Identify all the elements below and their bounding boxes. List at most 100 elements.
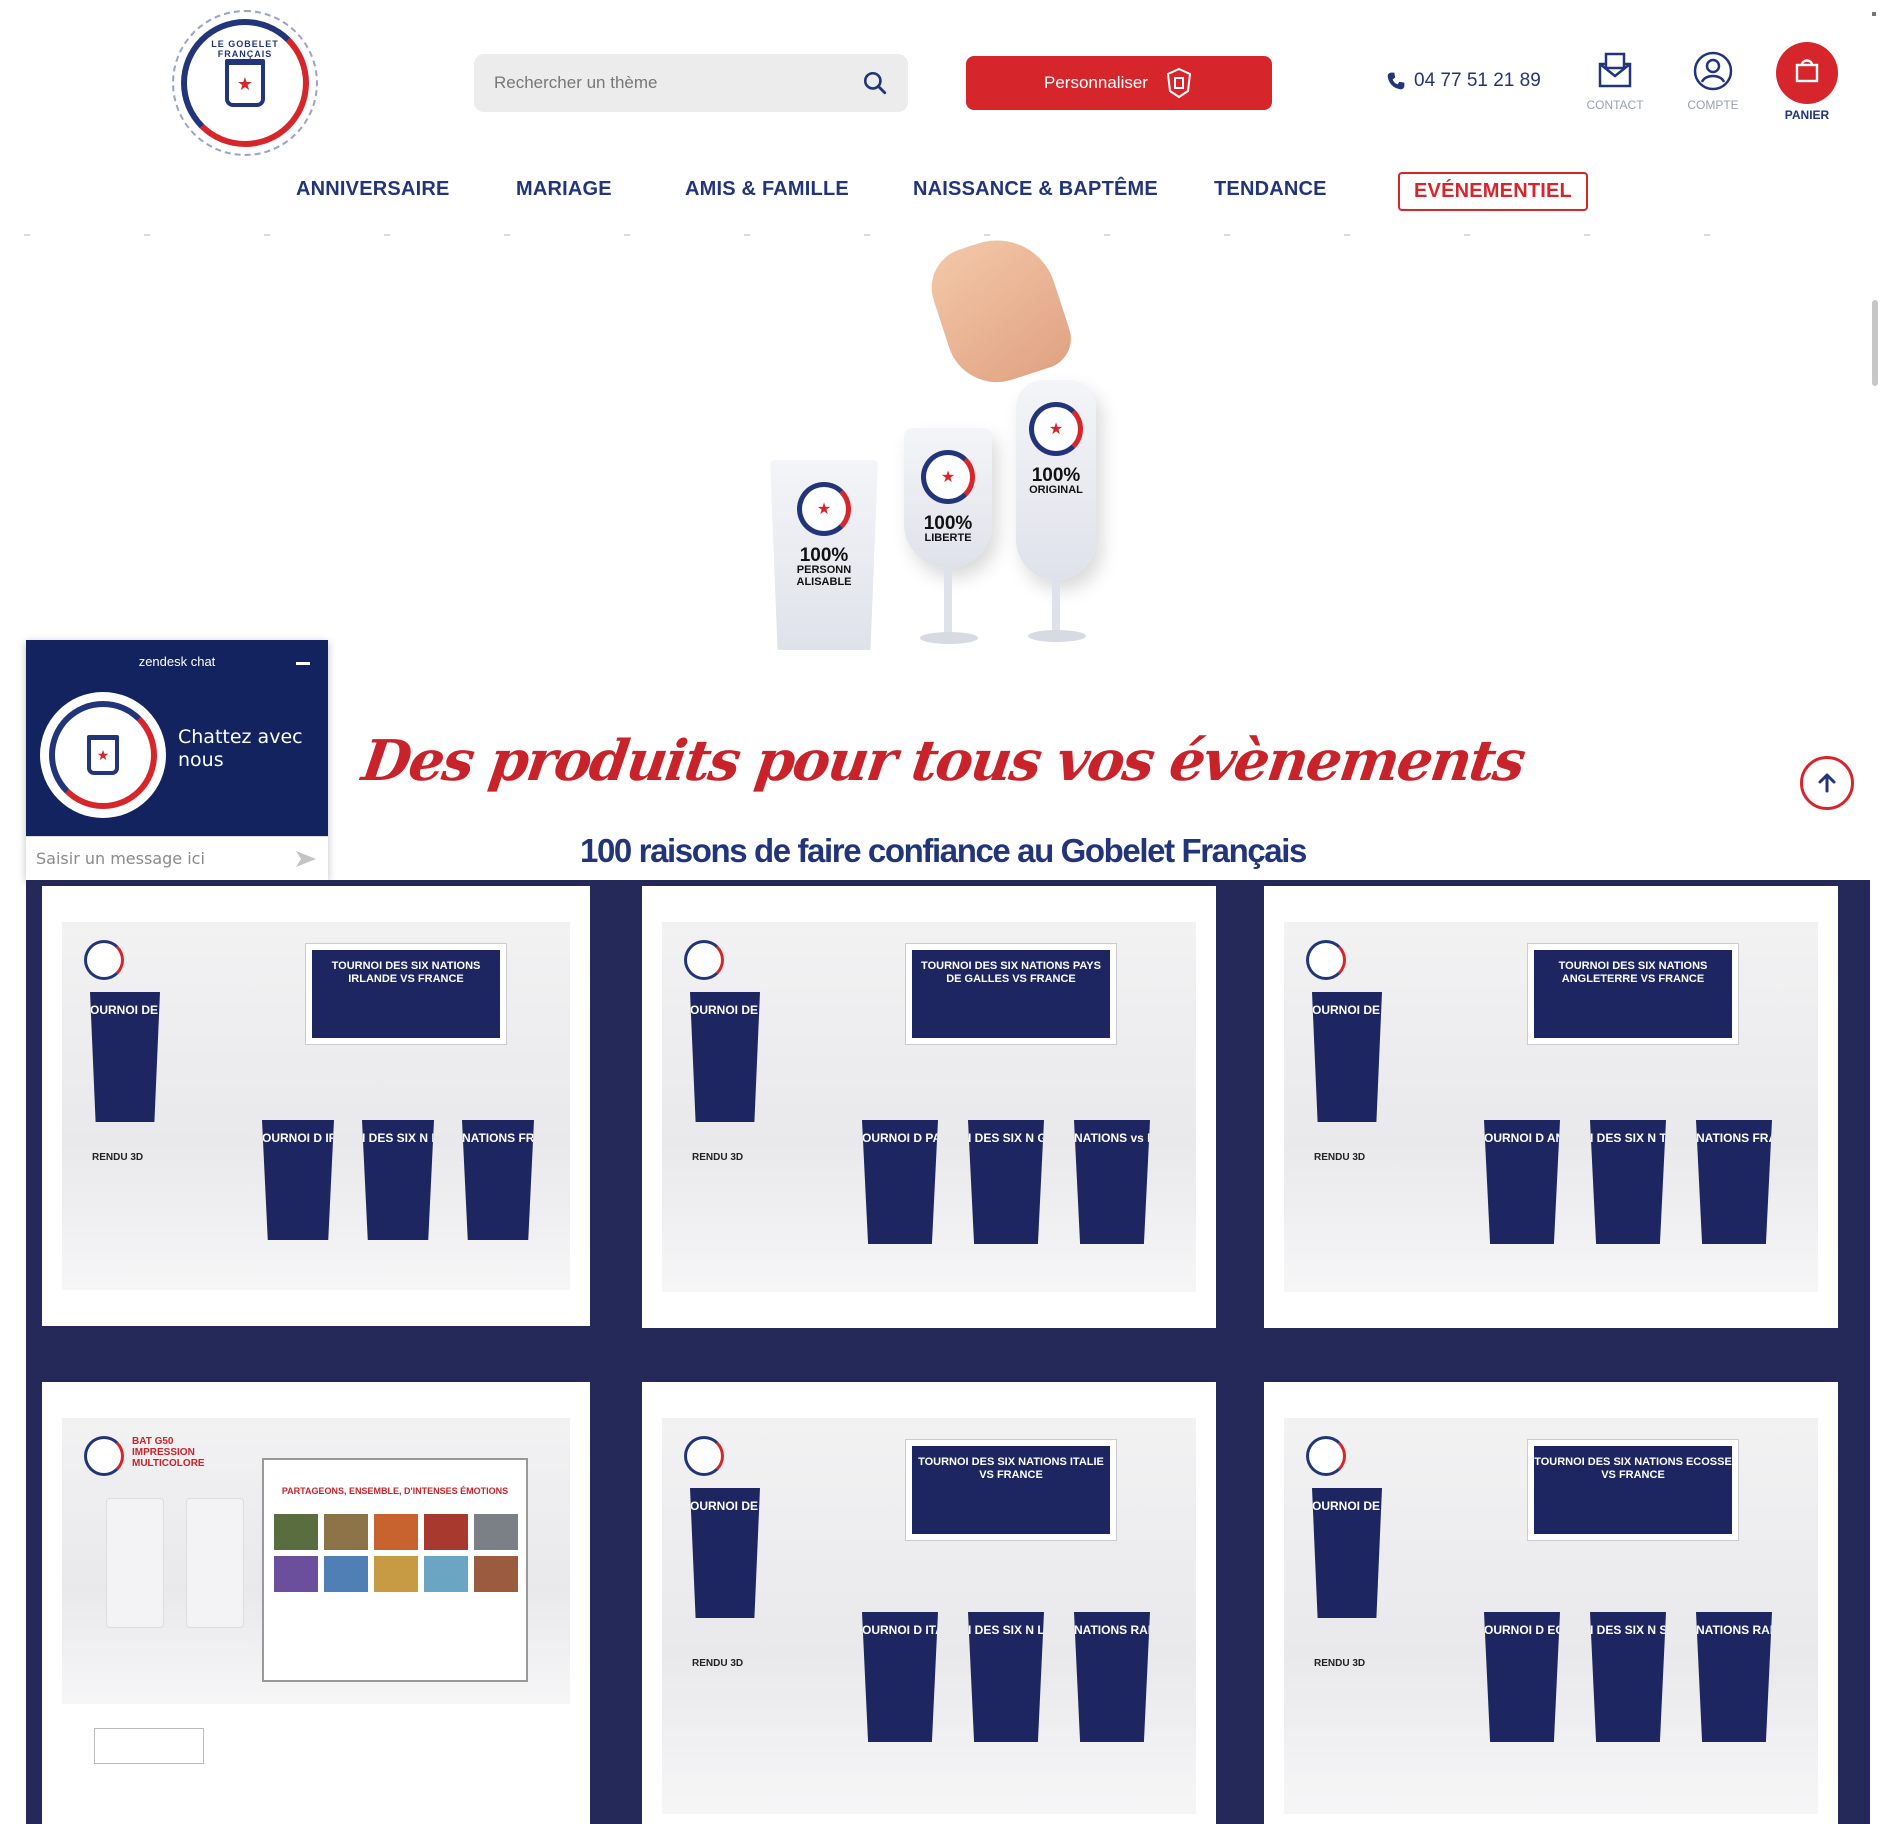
search-bar xyxy=(474,54,908,112)
nav-item-naissance-bapteme[interactable]: NAISSANCE & BAPTÊME xyxy=(913,178,1158,201)
mockup-cup: NATIONS vs FRANCE xyxy=(1074,1120,1150,1244)
mockup-banner: TOURNOI DES SIX NATIONS IRLANDE vs FRANC… xyxy=(305,943,507,1045)
gallery-card[interactable]: TOURNOI DES SIX NATIONS ANGLETERRE vs FR… xyxy=(1264,886,1838,1328)
window-corner-mark xyxy=(1872,12,1876,16)
product-logo-icon: ★ xyxy=(797,482,851,536)
phone-link[interactable]: 04 77 51 21 89 xyxy=(1386,70,1541,92)
rendu-label: RENDU 3D xyxy=(692,1658,744,1669)
mockup-banner: TOURNOI DES SIX NATIONS ECOSSE vs FRANCE xyxy=(1527,1439,1739,1541)
gallery: TOURNOI DES SIX NATIONS IRLANDE vs FRANC… xyxy=(26,880,1870,1824)
mockup-cup: OURNOI D IRLAND xyxy=(262,1120,334,1240)
bat-banner-title: PARTAGEONS, ENSEMBLE, D'INTENSES ÉMOTION… xyxy=(281,1486,509,1496)
product-tagline: LIBERTE xyxy=(924,532,972,544)
nav-item-tendance[interactable]: TENDANCE xyxy=(1214,178,1327,201)
nav-item-anniversaire[interactable]: ANNIVERSAIRE xyxy=(296,178,450,201)
gallery-card[interactable]: TOURNOI DES SIX NATIONS ECOSSE vs FRANCE… xyxy=(1264,1382,1838,1824)
contact-label: CONTACT xyxy=(1586,98,1644,112)
mockup-cup: OURNOI D ITALIE xyxy=(862,1612,938,1742)
mockup-image: TOURNOI DES SIX NATIONS ITALIE vs FRANCE… xyxy=(662,1418,1196,1814)
search-input[interactable] xyxy=(494,73,862,93)
personaliser-button[interactable]: Personnaliser xyxy=(966,56,1272,110)
banner-title: TOURNOI DES SIX NATIONS IRLANDE vs FRANC… xyxy=(331,960,481,986)
mockup-cup: OURNOI DE PAYS DE GA xyxy=(690,992,760,1122)
mockup-image: BAT G50 IMPRESSION MULTICOLORE PARTAGEON… xyxy=(62,1418,570,1704)
phone-number: 04 77 51 21 89 xyxy=(1414,70,1541,91)
hand-image xyxy=(921,224,1079,396)
product-percent: 100% xyxy=(799,545,849,566)
nav-item-mariage[interactable]: MARIAGE xyxy=(516,178,612,201)
chat-header[interactable]: zendesk chat ★ Chattez avec nous xyxy=(26,640,328,836)
rendu-label: RENDU 3D xyxy=(92,1152,144,1163)
product-percent: 100% xyxy=(923,513,973,534)
mockup-cup: NATIONS FRANCE xyxy=(462,1120,534,1240)
panier-link[interactable]: 0 PANIER xyxy=(1772,42,1842,122)
personaliser-label: Personnaliser xyxy=(1044,73,1148,92)
banner-title: TOURNOI DES SIX NATIONS ANGLETERRE vs FR… xyxy=(1558,960,1708,986)
mockup-cup: I DES SIX N NDE vs FR xyxy=(362,1120,434,1240)
gallery-card[interactable]: TOURNOI DES SIX NATIONS PAYS DE GALLES v… xyxy=(642,886,1216,1328)
banner-title: TOURNOI DES SIX NATIONS ITALIE vs FRANCE xyxy=(918,1456,1104,1482)
gallery-card[interactable]: TOURNOI DES SIX NATIONS ITALIE vs FRANCE… xyxy=(642,1382,1216,1824)
chat-widget[interactable]: zendesk chat ★ Chattez avec nous xyxy=(26,640,328,880)
mockup-image: TOURNOI DES SIX NATIONS ANGLETERRE vs FR… xyxy=(1284,922,1818,1292)
site-logo[interactable]: LE GOBELET FRANÇAIS ★ xyxy=(172,10,318,156)
logo-ring: LE GOBELET FRANÇAIS ★ xyxy=(181,19,309,147)
nav-divider xyxy=(24,234,1724,236)
chat-brand: zendesk chat xyxy=(138,654,216,669)
page-scrollbar[interactable] xyxy=(1872,300,1878,386)
mockup-cup: I DES SIX N SSE vs FRA xyxy=(1590,1612,1666,1742)
product-tagline: PERSONN ALISABLE xyxy=(796,564,852,588)
mockup-cup: I DES SIX N TERRE vs F xyxy=(1590,1120,1666,1244)
compte-label: COMPTE xyxy=(1687,98,1739,112)
mockup-banner: TOURNOI DES SIX NATIONS PAYS DE GALLES v… xyxy=(905,943,1117,1045)
banner-title: TOURNOI DES SIX NATIONS PAYS DE GALLES v… xyxy=(921,960,1101,986)
shopping-bag-icon xyxy=(1795,59,1819,83)
chat-input-row xyxy=(26,836,328,880)
chat-message-input[interactable] xyxy=(36,849,294,868)
mockup-cup: I DES SIX N LIE vs FRA xyxy=(968,1612,1044,1742)
nav-item-evenementiel[interactable]: EVÉNEMENTIEL xyxy=(1398,172,1588,211)
cart-button[interactable]: 0 xyxy=(1776,42,1838,104)
logo-ring: ★ xyxy=(49,701,157,809)
mockup-image: TOURNOI DES SIX NATIONS IRLANDE vs FRANC… xyxy=(62,922,570,1290)
product-verre-a-pied: ★ 100% LIBERTE xyxy=(904,428,992,568)
compte-link[interactable]: COMPTE xyxy=(1678,50,1748,112)
mockup-cup: OURNOI D ANGLETER xyxy=(1484,1120,1560,1244)
arrow-up-icon xyxy=(1818,773,1836,793)
mockup-image: TOURNOI DES SIX NATIONS ECOSSE vs FRANCE… xyxy=(1284,1418,1818,1814)
brand-logo-icon xyxy=(684,1436,724,1476)
glass-foot xyxy=(1028,630,1086,642)
hero-image: ★ 100% PERSONN ALISABLE ★ 100% LIBERTE ★… xyxy=(760,224,1120,670)
mockup-cup: OURNOI DE ECOSSE xyxy=(1312,1488,1382,1618)
cart-count: 0 xyxy=(1829,44,1836,56)
rendu-label: RENDU 3D xyxy=(692,1152,744,1163)
gallery-card[interactable]: TOURNOI DES SIX NATIONS IRLANDE vs FRANC… xyxy=(42,886,590,1326)
brand-logo-icon xyxy=(684,940,724,980)
glass-foot xyxy=(920,632,978,644)
chat-avatar: ★ xyxy=(40,692,166,818)
product-logo-icon: ★ xyxy=(1029,402,1083,456)
brand-logo-icon xyxy=(1306,1436,1346,1476)
badge-icon xyxy=(1166,67,1192,99)
scroll-to-top-button[interactable] xyxy=(1800,756,1854,810)
gallery-card[interactable]: BAT G50 IMPRESSION MULTICOLORE PARTAGEON… xyxy=(42,1382,590,1824)
mockup-cup: NATIONS RANCE xyxy=(1696,1612,1772,1742)
rendu-label: RENDU 3D xyxy=(1314,1658,1366,1669)
mockup-banner: TOURNOI DES SIX NATIONS ANGLETERRE vs FR… xyxy=(1527,943,1739,1045)
contact-link[interactable]: CONTACT xyxy=(1580,50,1650,112)
minimize-icon[interactable] xyxy=(296,662,310,665)
mockup-cup: OURNOI DE IRLANDE xyxy=(90,992,160,1122)
brand-logo-icon xyxy=(84,1436,124,1476)
send-icon[interactable] xyxy=(294,849,318,869)
bat-title: BAT G50 IMPRESSION MULTICOLORE xyxy=(132,1436,205,1469)
cup-icon: ★ xyxy=(87,735,119,775)
nav-item-amis-famille[interactable]: AMIS & FAMILLE xyxy=(685,178,849,201)
product-percent: 100% xyxy=(1031,465,1081,486)
search-icon[interactable] xyxy=(862,70,888,96)
chat-headline: Chattez avec nous xyxy=(178,726,303,771)
page: LE GOBELET FRANÇAIS ★ Personnaliser 04 7… xyxy=(0,0,1886,1824)
product-flute: ★ 100% ORIGINAL xyxy=(1016,380,1096,580)
mockup-cup: NATIONS FRANCE xyxy=(1696,1120,1772,1244)
mockup-cup: OURNOI DE ANGLETERR xyxy=(1312,992,1382,1122)
brand-logo-icon xyxy=(84,940,124,980)
